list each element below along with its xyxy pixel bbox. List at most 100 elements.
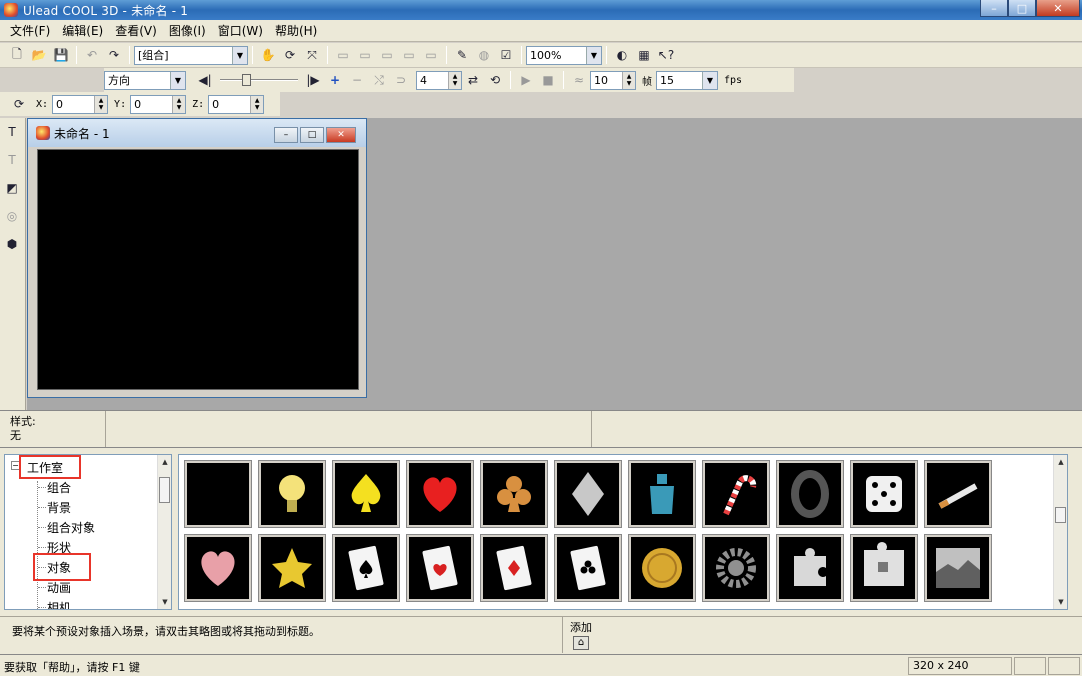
heart-thumb[interactable] [406, 460, 474, 528]
spinner-arrows-icon[interactable]: ▲ ▼ [94, 95, 108, 113]
light-bulb-thumb[interactable] [258, 460, 326, 528]
direction-select[interactable]: 方向 ▼ [104, 70, 186, 90]
frame-count-input[interactable]: 10 ▲ ▼ [590, 70, 636, 90]
diamond-gem-thumb[interactable] [554, 460, 622, 528]
save-icon[interactable]: 💾 [51, 45, 71, 65]
tree-item-group-object[interactable]: 组合对象 [47, 519, 95, 536]
document-minimize-button[interactable]: – [274, 127, 298, 143]
paint-icon[interactable]: ✎ [452, 45, 472, 65]
slider-thumb[interactable] [242, 74, 251, 86]
ace-of-hearts-thumb[interactable] [406, 534, 474, 602]
zoom-select[interactable]: 100% ▼ [526, 45, 602, 65]
bottle-thumb[interactable] [628, 460, 696, 528]
ace-of-clubs-thumb[interactable] [554, 534, 622, 602]
loop-segment-icon[interactable]: ⊃ [391, 70, 411, 90]
cigarette-thumb[interactable] [924, 460, 992, 528]
rotate-icon[interactable]: ⟳ [280, 45, 300, 65]
help-pointer-icon[interactable]: ↖? [656, 45, 676, 65]
render-icon[interactable]: ▦ [634, 45, 654, 65]
open-folder-icon[interactable]: 📂 [29, 45, 49, 65]
redo-icon[interactable]: ↷ [104, 45, 124, 65]
globe-icon[interactable]: ◍ [474, 45, 494, 65]
document-maximize-button[interactable]: □ [300, 127, 324, 143]
gear-thumb[interactable] [702, 534, 770, 602]
x-input[interactable]: 0 ▲ ▼ [52, 94, 109, 114]
frame-input[interactable]: 4 ▲ ▼ [416, 70, 462, 90]
chevron-down-icon[interactable]: ▼ [232, 46, 247, 64]
menu-window[interactable]: 窗口(W) [212, 22, 269, 39]
spinner-arrows-icon[interactable]: ▲ ▼ [172, 95, 186, 113]
chevron-down-icon[interactable]: ▼ [170, 71, 185, 89]
scroll-down-icon[interactable]: ▼ [1054, 595, 1068, 609]
timeline-slider[interactable] [220, 72, 298, 88]
new-file-icon[interactable]: 🗋 [7, 45, 27, 65]
fps-select[interactable]: 15 ▼ [656, 70, 718, 90]
insert-text-icon[interactable]: T [2, 122, 22, 142]
close-button[interactable]: ✕ [1036, 0, 1080, 17]
remove-keyframe-icon[interactable]: − [347, 70, 367, 90]
app-icon[interactable] [4, 3, 18, 17]
layer-backward-icon[interactable]: ▭ [377, 45, 397, 65]
tree-item-animation[interactable]: 动画 [47, 579, 71, 596]
scrollbar-thumb[interactable] [159, 477, 170, 503]
patterned-heart-thumb[interactable] [184, 534, 252, 602]
loop-icon[interactable]: ⇄ [463, 70, 483, 90]
layer-group-icon[interactable]: ▭ [421, 45, 441, 65]
edit-text-icon[interactable]: T [2, 150, 22, 170]
chevron-down-icon[interactable]: ▼ [702, 71, 717, 89]
coin-thumb[interactable] [628, 534, 696, 602]
spinner-arrows-icon[interactable]: ▲ ▼ [622, 71, 635, 89]
tree-item-background[interactable]: 背景 [47, 499, 71, 516]
edit-graphic-icon[interactable]: ◎ [2, 206, 22, 226]
document-close-button[interactable]: ✕ [326, 127, 356, 143]
add-keyframe-icon[interactable]: + [325, 70, 345, 90]
puzzle-pieces-thumb[interactable] [850, 534, 918, 602]
minimize-button[interactable]: – [980, 0, 1008, 17]
scroll-up-icon[interactable]: ▲ [1054, 455, 1068, 469]
menu-file[interactable]: 文件(F) [4, 22, 56, 39]
undo-icon[interactable]: ↶ [82, 45, 102, 65]
menu-image[interactable]: 图像(I) [163, 22, 212, 39]
menu-edit[interactable]: 编辑(E) [56, 22, 109, 39]
insert-graphic-icon[interactable]: ◩ [2, 178, 22, 198]
play-icon[interactable]: ▶ [516, 70, 536, 90]
scene-canvas[interactable] [37, 149, 359, 390]
tree-item-camera[interactable]: 相机 [47, 599, 71, 609]
object-select[interactable]: [组合] ▼ [134, 45, 248, 65]
chart-icon[interactable]: ☑ [496, 45, 516, 65]
puzzle-photo-thumb[interactable] [924, 534, 992, 602]
position-tool-icon[interactable]: ⟳ [9, 94, 29, 114]
menu-help[interactable]: 帮助(H) [269, 22, 323, 39]
dice-thumb[interactable] [850, 460, 918, 528]
next-keyframe-icon[interactable]: |▶ [303, 70, 323, 90]
puzzle-piece-thumb[interactable] [776, 534, 844, 602]
candy-cane-thumb[interactable] [702, 460, 770, 528]
smooth-motion-icon[interactable]: ≈ [569, 70, 589, 90]
spinner-arrows-icon[interactable]: ▲ ▼ [448, 71, 461, 89]
ping-pong-icon[interactable]: ⟲ [485, 70, 505, 90]
tree-scrollbar[interactable]: ▲ ▼ [157, 455, 171, 609]
scroll-up-icon[interactable]: ▲ [158, 455, 171, 469]
add-button[interactable]: 添加 ⌂ [570, 619, 592, 650]
layer-front-icon[interactable]: ▭ [333, 45, 353, 65]
ace-of-diamonds-thumb[interactable] [480, 534, 548, 602]
scroll-down-icon[interactable]: ▼ [158, 595, 171, 609]
chevron-down-icon[interactable]: ▼ [586, 46, 601, 64]
color-objects-icon[interactable]: ◐ [612, 45, 632, 65]
library-tree[interactable]: − 工作室 组合 背景 组合对象 形状 对象 动画 相机 ▲ ▼ [4, 454, 172, 610]
tree-item-composition[interactable]: 组合 [47, 479, 71, 496]
layer-forward-icon[interactable]: ▭ [355, 45, 375, 65]
y-input[interactable]: 0 ▲ ▼ [130, 94, 187, 114]
resize-icon[interactable]: ⤧ [302, 45, 322, 65]
menu-view[interactable]: 查看(V) [109, 22, 163, 39]
spade-thumb[interactable] [332, 460, 400, 528]
tire-thumb[interactable] [776, 460, 844, 528]
layer-back-icon[interactable]: ▭ [399, 45, 419, 65]
insert-geometric-object-icon[interactable]: ⬢ [2, 234, 22, 254]
stop-icon[interactable]: ■ [538, 70, 558, 90]
scrollbar-thumb[interactable] [1055, 507, 1066, 523]
document-window[interactable]: 未命名 - 1 – □ ✕ [27, 118, 367, 398]
z-input[interactable]: 0 ▲ ▼ [208, 94, 265, 114]
gallery-scrollbar[interactable]: ▲ ▼ [1053, 455, 1067, 609]
spinner-arrows-icon[interactable]: ▲ ▼ [250, 95, 264, 113]
